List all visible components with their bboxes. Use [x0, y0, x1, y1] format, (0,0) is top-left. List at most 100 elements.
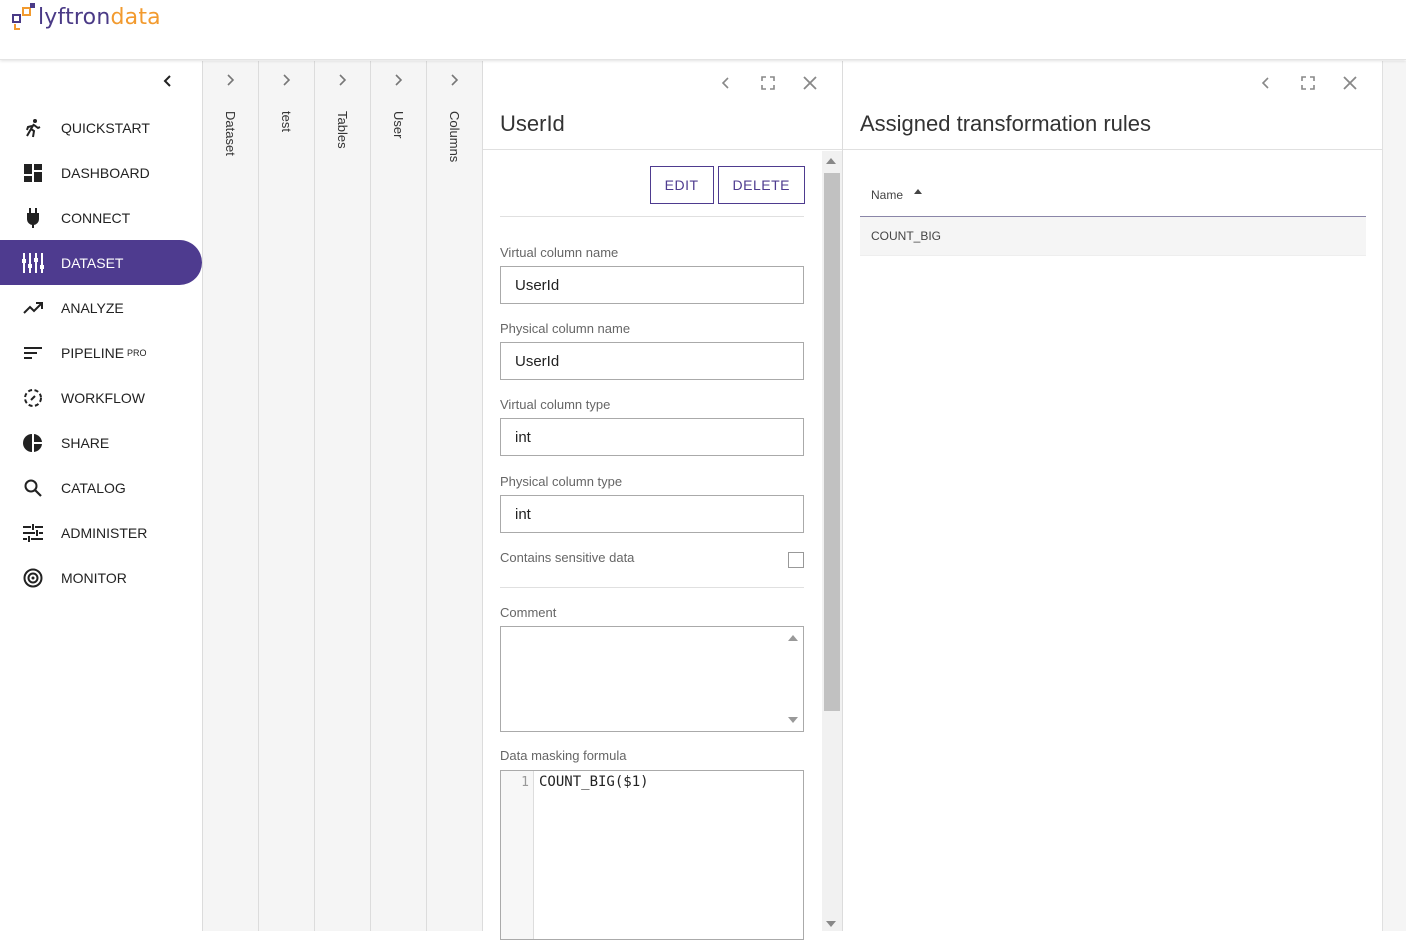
sidebar-item-analyze[interactable]: ANALYZE — [0, 285, 202, 330]
masking-formula-label: Data masking formula — [500, 748, 627, 763]
scrollbar-thumb[interactable] — [824, 173, 840, 711]
detail-scrollbar[interactable] — [822, 151, 842, 931]
comment-textarea[interactable] — [500, 626, 804, 732]
sidebar-item-dashboard[interactable]: DASHBOARD — [0, 150, 202, 195]
rule-name: COUNT_BIG — [871, 229, 942, 243]
scroll-down-icon — [788, 717, 798, 723]
chevron-right-icon — [282, 74, 290, 86]
sidebar-item-connect[interactable]: CONNECT — [0, 195, 202, 240]
divider — [500, 587, 804, 588]
chevron-left-icon — [163, 75, 171, 87]
sidebar-item-administer[interactable]: ADMINISTER — [0, 510, 202, 555]
chevron-right-icon — [450, 74, 458, 86]
sliders-icon — [22, 522, 44, 544]
sensitive-data-label: Contains sensitive data — [500, 550, 635, 565]
close-panel-button[interactable] — [1338, 71, 1362, 95]
sidebar-item-label: DATASET — [61, 254, 124, 271]
comment-label: Comment — [500, 605, 557, 620]
sidebar-item-label: DASHBOARD — [61, 164, 150, 181]
column-header-label: Name — [871, 187, 904, 202]
form-actions: EDIT DELETE — [649, 166, 805, 204]
logo-text: lyftrondata — [38, 5, 161, 30]
pro-badge: PRO — [127, 347, 147, 358]
collapse-panel-button[interactable] — [1254, 71, 1278, 95]
masking-formula-code: COUNT_BIG($1) — [539, 774, 649, 790]
maximize-panel-button[interactable] — [756, 71, 780, 95]
panel-header: UserId — [483, 61, 842, 150]
physical-column-name-field[interactable]: UserId — [500, 342, 804, 380]
scroll-up-icon — [826, 158, 836, 164]
maximize-panel-button[interactable] — [1296, 71, 1320, 95]
edit-button[interactable]: EDIT — [649, 166, 714, 204]
lyftron-logo[interactable]: lyftrondata — [10, 2, 161, 32]
comment-scrollbar[interactable] — [783, 627, 803, 731]
physical-column-type-label: Physical column type — [500, 474, 623, 489]
sidebar-item-label: QUICKSTART — [61, 119, 150, 136]
panel-title: Assigned transformation rules — [860, 111, 1152, 136]
sidebar-nav: QUICKSTART DASHBOARD CONNECT DATASET ANA… — [0, 105, 202, 600]
breadcrumb-strip-user[interactable]: User — [370, 61, 426, 931]
close-icon — [803, 76, 817, 90]
collapse-panel-button[interactable] — [714, 71, 738, 95]
sidebar-item-workflow[interactable]: WORKFLOW — [0, 375, 202, 420]
delete-button[interactable]: DELETE — [717, 166, 805, 204]
breadcrumb-strip-dataset[interactable]: Dataset — [202, 61, 258, 931]
sidebar-item-share[interactable]: SHARE — [0, 420, 202, 465]
sidebar-item-label: CONNECT — [61, 209, 131, 226]
divider — [500, 216, 804, 217]
sidebar-item-catalog[interactable]: CATALOG — [0, 465, 202, 510]
fullscreen-icon — [1301, 76, 1315, 90]
search-icon — [22, 477, 44, 499]
chevron-right-icon — [394, 74, 402, 86]
sidebar-item-label: ADMINISTER — [61, 524, 148, 541]
logo-text-accent: data — [110, 4, 161, 30]
breadcrumb-label: User — [391, 111, 406, 139]
sidebar-item-monitor[interactable]: MONITOR — [0, 555, 202, 600]
breadcrumb-label: Dataset — [223, 111, 238, 156]
masking-formula-editor[interactable]: 1 COUNT_BIG($1) — [500, 770, 804, 940]
right-gutter — [1382, 61, 1406, 931]
panel-toolbar — [1254, 71, 1362, 95]
sidebar-collapse-button[interactable] — [156, 69, 180, 93]
sidebar-item-label: CATALOG — [61, 479, 126, 496]
close-panel-button[interactable] — [798, 71, 822, 95]
chevron-left-icon — [1261, 77, 1269, 89]
breadcrumb-strip-test[interactable]: test — [258, 61, 314, 931]
dashboard-icon — [22, 162, 44, 184]
dataset-icon — [22, 252, 44, 274]
virtual-column-name-field[interactable]: UserId — [500, 266, 804, 304]
sidebar-item-label: SHARE — [61, 434, 110, 451]
sensitive-data-checkbox[interactable] — [788, 552, 804, 568]
app-header: lyftrondata — [0, 0, 1406, 60]
chevron-right-icon — [338, 74, 346, 86]
breadcrumb-strip-tables[interactable]: Tables — [314, 61, 370, 931]
breadcrumb-label: test — [279, 111, 294, 132]
sidebar-item-label: WORKFLOW — [61, 389, 145, 406]
sidebar-item-quickstart[interactable]: QUICKSTART — [0, 105, 202, 150]
panel-header: Assigned transformation rules — [843, 61, 1382, 150]
workflow-icon — [22, 387, 44, 409]
sidebar-item-label: PIPELINE — [61, 344, 125, 361]
scroll-up-icon — [788, 635, 798, 641]
panel-toolbar — [714, 71, 822, 95]
table-row[interactable]: COUNT_BIG — [860, 217, 1366, 256]
detail-form: EDIT DELETE Virtual column name UserId P… — [483, 151, 823, 940]
column-detail-panel: UserId EDIT DELETE Virtual column name U… — [482, 61, 842, 940]
line-number: 1 — [501, 771, 534, 939]
breadcrumb-label: Columns — [447, 111, 462, 163]
physical-column-type-field[interactable]: int — [500, 495, 804, 533]
column-header-name[interactable]: Name — [860, 173, 1366, 217]
sort-ascending-icon — [914, 189, 923, 194]
virtual-column-name-label: Virtual column name — [500, 245, 619, 260]
breadcrumb-label: Tables — [335, 111, 350, 149]
sidebar-item-label: MONITOR — [61, 569, 127, 586]
breadcrumb-strip-columns[interactable]: Columns — [426, 61, 482, 931]
rules-table: Name COUNT_BIG — [860, 173, 1366, 256]
chevron-left-icon — [721, 77, 729, 89]
sidebar-item-label: ANALYZE — [61, 299, 124, 316]
pipeline-icon — [22, 342, 44, 364]
plug-icon — [22, 207, 44, 229]
sidebar-item-pipeline[interactable]: PIPELINE PRO — [0, 330, 202, 375]
sidebar-item-dataset[interactable]: DATASET — [0, 240, 202, 285]
virtual-column-type-field[interactable]: int — [500, 418, 804, 456]
